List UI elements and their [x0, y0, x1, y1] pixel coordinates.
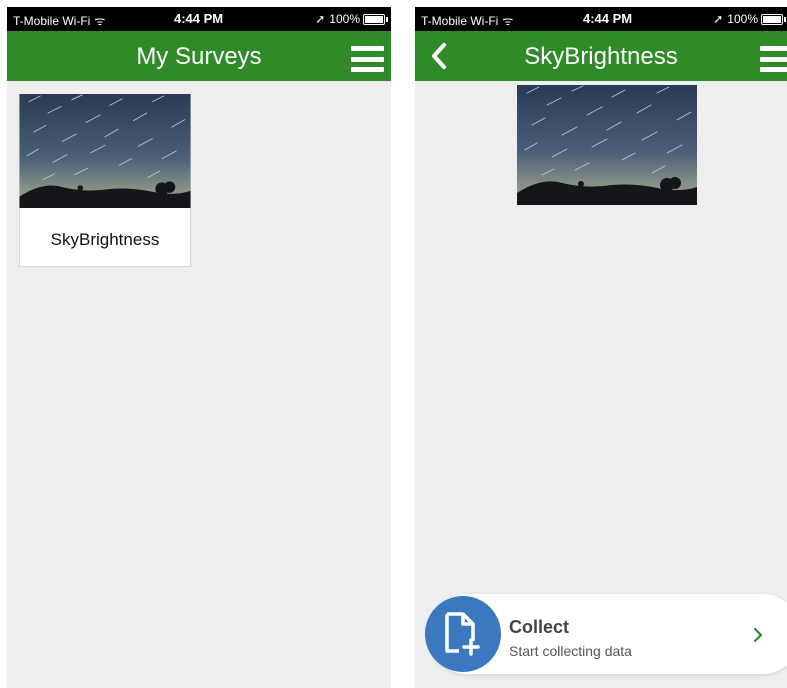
location-arrow-icon: ➚ — [315, 12, 326, 26]
wifi-icon: ᯤ — [502, 14, 514, 28]
location-arrow-icon: ➚ — [713, 12, 724, 26]
hamburger-icon[interactable] — [351, 46, 384, 72]
header-bar: SkyBrightness — [415, 31, 787, 81]
collect-button[interactable]: Collect Start collecting data — [425, 594, 787, 674]
header-bar: My Surveys — [7, 31, 391, 81]
battery-percent: 100% — [329, 12, 360, 26]
page-title: My Surveys — [136, 43, 262, 70]
status-battery-group: ➚ 100% — [315, 12, 388, 26]
status-carrier-group: T-Mobile Wi-Fi ᯤ — [13, 12, 105, 29]
hamburger-icon[interactable] — [760, 46, 787, 72]
status-time: 4:44 PM — [174, 11, 224, 26]
wifi-icon: ᯤ — [94, 14, 106, 28]
my-surveys-screen: T-Mobile Wi-Fi ᯤ 4:44 PM ➚ 100% My Surveys… — [7, 7, 391, 688]
survey-card[interactable]: SkyBrightness — [19, 94, 191, 267]
status-battery-group: ➚ 100% — [713, 12, 786, 26]
battery-percent: 100% — [727, 12, 758, 26]
survey-card-title: SkyBrightness — [50, 230, 160, 249]
add-document-icon — [425, 596, 501, 672]
survey-hero-image — [517, 85, 697, 205]
collect-subtitle: Start collecting data — [509, 643, 632, 659]
status-carrier-group: T-Mobile Wi-Fi ᯤ — [421, 12, 513, 29]
page-title: SkyBrightness — [524, 43, 678, 70]
chevron-right-icon — [753, 627, 763, 643]
status-bar: T-Mobile Wi-Fi ᯤ 4:44 PM ➚ 100% — [415, 7, 787, 31]
battery-icon — [363, 14, 388, 25]
survey-thumbnail — [19, 94, 191, 208]
survey-detail-screen: T-Mobile Wi-Fi ᯤ 4:44 PM ➚ 100% SkyBrightn… — [415, 7, 787, 688]
carrier-name: T-Mobile Wi-Fi — [421, 14, 499, 28]
collect-label: Collect — [509, 617, 570, 637]
carrier-name: T-Mobile Wi-Fi — [13, 14, 91, 28]
status-time: 4:44 PM — [583, 11, 633, 26]
battery-icon — [761, 14, 786, 25]
status-bar: T-Mobile Wi-Fi ᯤ 4:44 PM ➚ 100% — [7, 7, 391, 31]
